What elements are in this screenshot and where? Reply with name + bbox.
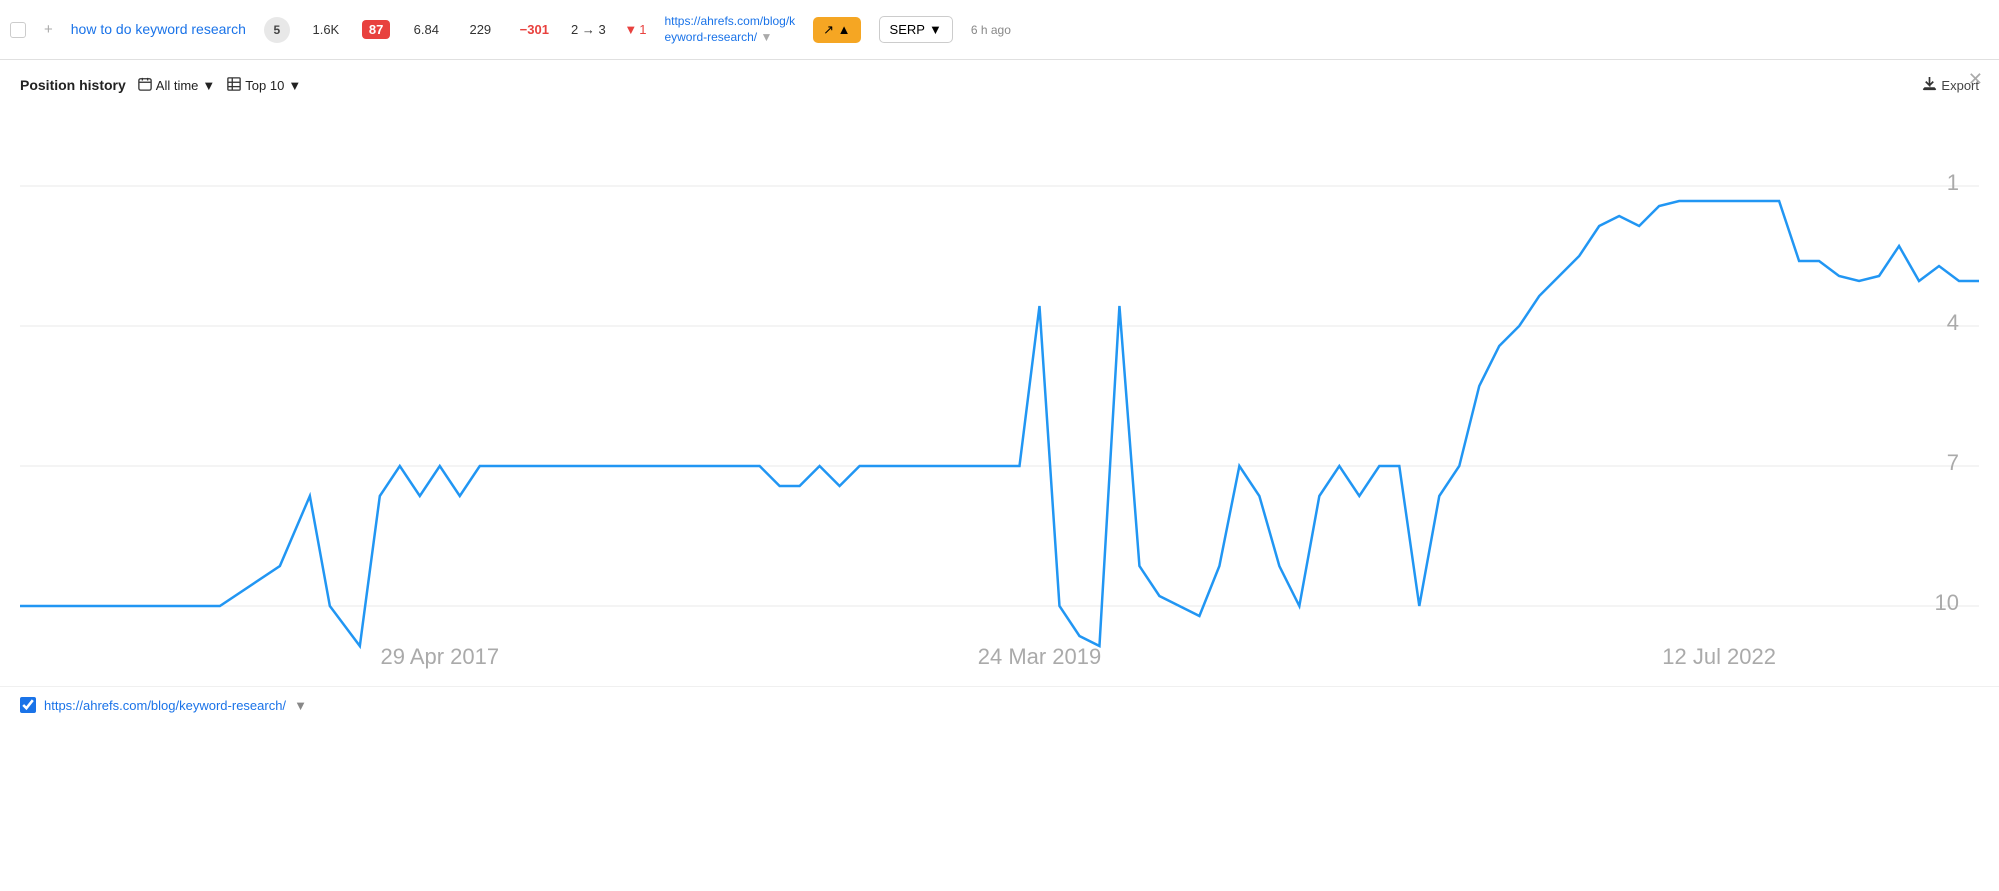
- url-checkbox[interactable]: [20, 697, 36, 713]
- serp-label: SERP: [890, 22, 925, 37]
- time-ago: 6 h ago: [971, 23, 1011, 37]
- rank-change-metric: 2 → 3: [570, 22, 606, 37]
- svg-text:10: 10: [1935, 590, 1959, 615]
- svg-text:7: 7: [1947, 450, 1959, 475]
- drop-icon: ▼: [624, 22, 637, 37]
- trend-up-icon: ↗ ▲: [823, 22, 850, 38]
- url-chevron-icon: ▼: [294, 698, 307, 713]
- calendar-icon: [138, 77, 152, 94]
- table-icon: [227, 77, 241, 94]
- download-icon: [1922, 76, 1937, 94]
- close-button[interactable]: ✕: [1968, 70, 1983, 88]
- position-history-panel: Position history All time ▼: [0, 60, 1999, 686]
- bottom-url-link[interactable]: https://ahrefs.com/blog/keyword-research…: [44, 698, 286, 713]
- panel-title: Position history: [20, 77, 126, 93]
- drop-count: 1: [639, 22, 646, 37]
- keyword-link[interactable]: how to do keyword research: [71, 20, 246, 38]
- svg-text:4: 4: [1947, 310, 1959, 335]
- bottom-url-row: https://ahrefs.com/blog/keyword-research…: [0, 686, 1999, 723]
- url-link[interactable]: https://ahrefs.com/blog/keyword-research…: [664, 14, 795, 45]
- volume-metric: 1.6K: [308, 22, 344, 37]
- top-filter-button[interactable]: Top 10 ▼: [227, 77, 301, 94]
- svg-text:12 Jul 2022: 12 Jul 2022: [1662, 644, 1776, 669]
- cpc-metric: 6.84: [408, 22, 444, 37]
- change-metric: −301: [516, 22, 552, 37]
- top-filter-label: Top 10: [245, 78, 284, 93]
- serp-chevron-icon: ▼: [929, 22, 942, 37]
- time-filter-button[interactable]: All time ▼: [138, 77, 216, 94]
- time-chevron-icon: ▼: [202, 78, 215, 93]
- svg-text:29 Apr 2017: 29 Apr 2017: [381, 644, 500, 669]
- traffic-metric: 229: [462, 22, 498, 37]
- trend-button[interactable]: ↗ ▲: [813, 17, 860, 43]
- row-checkbox[interactable]: [10, 22, 26, 38]
- serp-button[interactable]: SERP ▼: [879, 16, 953, 43]
- position-history-chart: 1 4 7 10 29 Apr 2017 24 Mar 2019 12 Jul …: [20, 106, 1979, 686]
- drop-indicator: ▼ 1: [624, 22, 646, 37]
- time-filter-label: All time: [156, 78, 199, 93]
- svg-text:24 Mar 2019: 24 Mar 2019: [978, 644, 1101, 669]
- add-button[interactable]: +: [44, 21, 53, 38]
- kd-badge: 87: [362, 20, 390, 39]
- top-row: + how to do keyword research 5 1.6K 87 6…: [0, 0, 1999, 60]
- position-badge: 5: [264, 17, 290, 43]
- chart-area: 1 4 7 10 29 Apr 2017 24 Mar 2019 12 Jul …: [20, 106, 1979, 686]
- svg-text:1: 1: [1947, 170, 1959, 195]
- top-chevron-icon: ▼: [288, 78, 301, 93]
- panel-header: Position history All time ▼: [20, 76, 1979, 94]
